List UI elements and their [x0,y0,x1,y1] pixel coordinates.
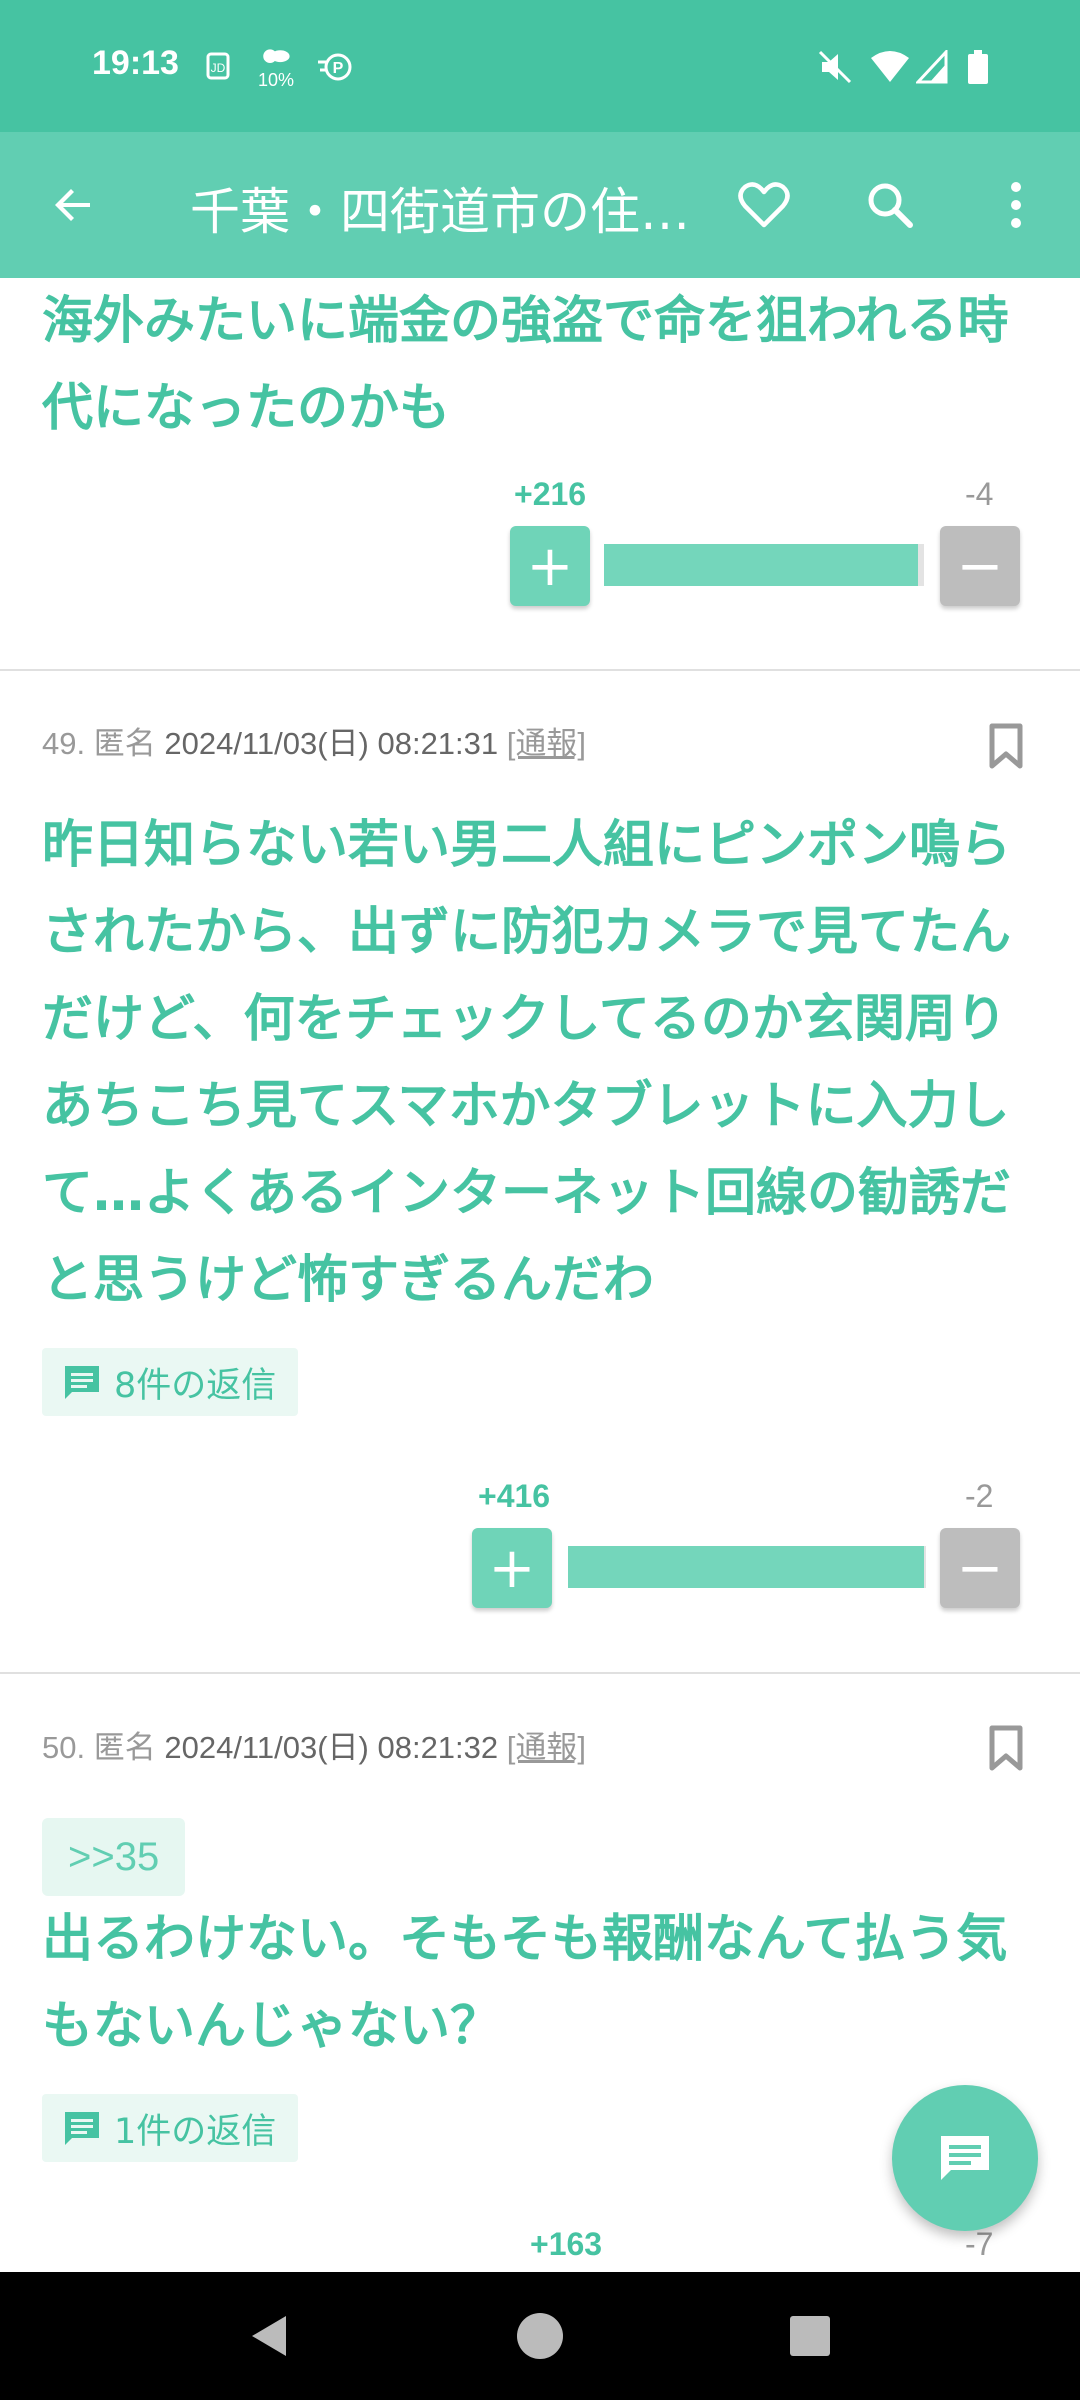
comment-meta: 50. 匿名 2024/11/03(日) 08:21:32 [通報] [42,1722,586,1767]
divider [0,1672,1080,1674]
comment-number: 50. [42,1730,86,1765]
plus-button[interactable]: + [510,526,590,606]
minus-button[interactable]: − [940,526,1020,606]
app-bar: 千葉・四街道市の住… [0,132,1080,278]
comment-icon [65,1366,99,1399]
comment-author: 匿名 [93,1730,156,1765]
divider [0,669,1080,671]
comment-meta: 49. 匿名 2024/11/03(日) 08:21:31 [通報] [42,718,586,763]
plus-count: +163 [530,2226,603,2262]
minus-button[interactable]: − [940,1528,1020,1608]
minus-count: -2 [965,1478,994,1514]
vote-bar: +216 -4 + − [510,476,1020,606]
bookmark-icon[interactable] [986,1724,1026,1774]
heart-icon [738,182,790,228]
vote-ratio-fill [604,544,918,586]
wifi-icon [871,51,909,82]
replies-label: 1件の返信 [114,2111,277,2152]
comment-list[interactable]: 海外みたいに端金の強盗で命を狙われる時代になったのかも +216 -4 + − … [0,278,1080,2272]
favorite-button[interactable] [724,165,804,245]
replies-button[interactable]: 8件の返信 [42,1348,299,1416]
page-title: 千葉・四街道市の住… [190,183,690,241]
comment-body: 海外みたいに端金の強盗で命を狙われる時代になったのかも [42,292,1009,438]
status-bar: 19:13 JD 10% P [0,0,1080,132]
comment-number: 49. [42,726,86,761]
minus-count: -4 [965,476,994,512]
vote-ratio-bar [568,1546,926,1588]
more-vert-icon [1011,182,1021,228]
comment-icon [941,2136,989,2180]
comment-body: 出るわけない。そもそも報酬なんて払う気もないんじゃない？ [42,1910,1008,2056]
battery-icon [968,50,988,84]
arrow-back-icon [55,189,90,221]
report-link[interactable]: [通報] [507,1730,586,1765]
comment-date: 2024/11/03(日) 08:21:32 [164,1730,499,1765]
vote-bar: +416 -2 + − [472,1478,1022,1608]
comment-body: 昨日知らない若い男二人組にピンポン鳴らされたから、出ずに防犯カメラで見てたんだけ… [42,816,1012,1310]
nav-back-icon[interactable] [240,2306,300,2366]
vote-ratio-fill [568,1546,925,1588]
nav-home-icon[interactable] [510,2306,570,2366]
more-menu-button[interactable] [976,165,1056,245]
jd-app-icon: JD [206,52,230,80]
rakuten-point-icon: P [318,53,352,81]
plus-count: +216 [514,476,587,512]
status-time: 19:13 [92,44,179,82]
vote-ratio-bar [604,544,924,586]
comment-author: 匿名 [93,726,156,761]
replies-label: 8件の返信 [114,1365,277,1406]
comment-icon [65,2112,99,2145]
nav-recents-icon[interactable] [780,2306,840,2366]
signal-icon [916,50,948,84]
report-link[interactable]: [通報] [507,726,586,761]
mute-icon [818,50,852,84]
system-nav-bar [0,2272,1080,2400]
bookmark-icon[interactable] [986,722,1026,772]
vote-bar: +163 -7 [520,2226,1020,2272]
anchor-link[interactable]: >>35 [42,1818,186,1896]
weather-text: 10% [258,70,295,90]
plus-button[interactable]: + [472,1528,552,1608]
svg-text:P: P [333,60,344,77]
replies-button[interactable]: 1件の返信 [42,2094,299,2162]
plus-count: +416 [478,1478,551,1514]
search-button[interactable] [850,165,930,245]
comment-date: 2024/11/03(日) 08:21:31 [164,726,499,761]
svg-text:JD: JD [211,61,226,75]
minus-count: -7 [965,2226,994,2262]
search-icon [868,183,913,228]
back-button[interactable] [34,165,114,245]
compose-comment-button[interactable] [892,2085,1038,2231]
